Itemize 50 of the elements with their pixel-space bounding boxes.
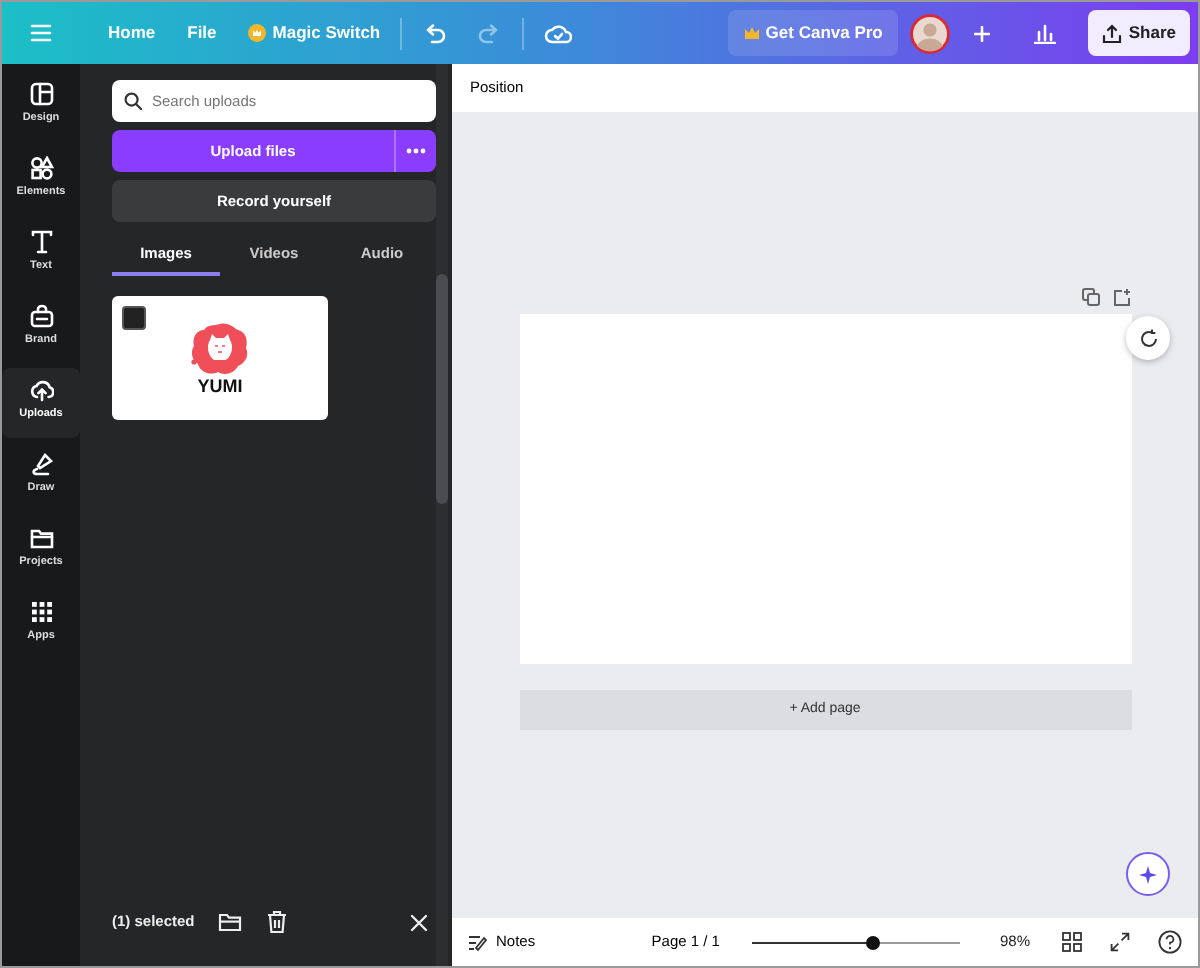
pen-icon [29,452,53,476]
share-icon [1102,23,1123,43]
logo-text: YUMI [197,377,243,396]
crown-icon [248,24,267,42]
avatar-icon [910,13,951,53]
menu-icon [30,24,52,42]
add-page-icon-button[interactable] [1113,288,1131,306]
duplicate-icon [1081,288,1099,306]
scrollbar[interactable] [436,64,448,966]
grid-icon [1062,932,1082,952]
add-page-icon [1113,288,1131,306]
account-avatar[interactable] [906,13,955,53]
checkbox-icon [122,306,146,331]
fullscreen-button[interactable] [1110,932,1130,952]
magic-assistant-button[interactable] [1126,852,1170,896]
close-icon [410,913,428,931]
refresh-button[interactable] [1126,316,1170,360]
bar-chart-icon [1034,23,1057,43]
slider-thumb[interactable] [866,935,881,949]
undo-icon [422,23,447,43]
folder-icon [29,526,53,550]
notes-icon [468,933,488,951]
delete-button[interactable] [266,910,289,934]
layout-icon [29,82,53,106]
move-to-folder-button[interactable] [218,912,243,932]
upload-thumbnail[interactable]: YUMI [112,296,328,421]
plus-icon [974,25,991,41]
cloud-check-icon [544,23,573,43]
redo-icon [478,23,503,43]
more-icon [406,148,426,154]
cat-logo-icon [190,321,250,378]
expand-icon [1110,932,1130,952]
folder-icon [218,912,243,932]
text-icon [29,230,53,254]
duplicate-page-button[interactable] [1081,288,1099,306]
grid-icon [29,600,53,624]
grid-view-button[interactable] [1062,932,1082,952]
get-pro-button[interactable]: Get Canva Pro [727,10,899,56]
briefcase-icon [29,304,53,328]
help-button[interactable] [1158,930,1182,954]
trash-icon [266,910,289,934]
refresh-icon [1137,327,1159,349]
sparkle-icon [1137,863,1159,885]
more-options-button[interactable] [394,130,436,172]
shapes-icon [29,156,53,180]
cloud-upload-icon [29,378,53,402]
share-button[interactable]: Share [1088,10,1190,56]
close-button[interactable] [410,913,428,931]
help-icon [1158,930,1182,954]
crown-icon [743,26,760,40]
